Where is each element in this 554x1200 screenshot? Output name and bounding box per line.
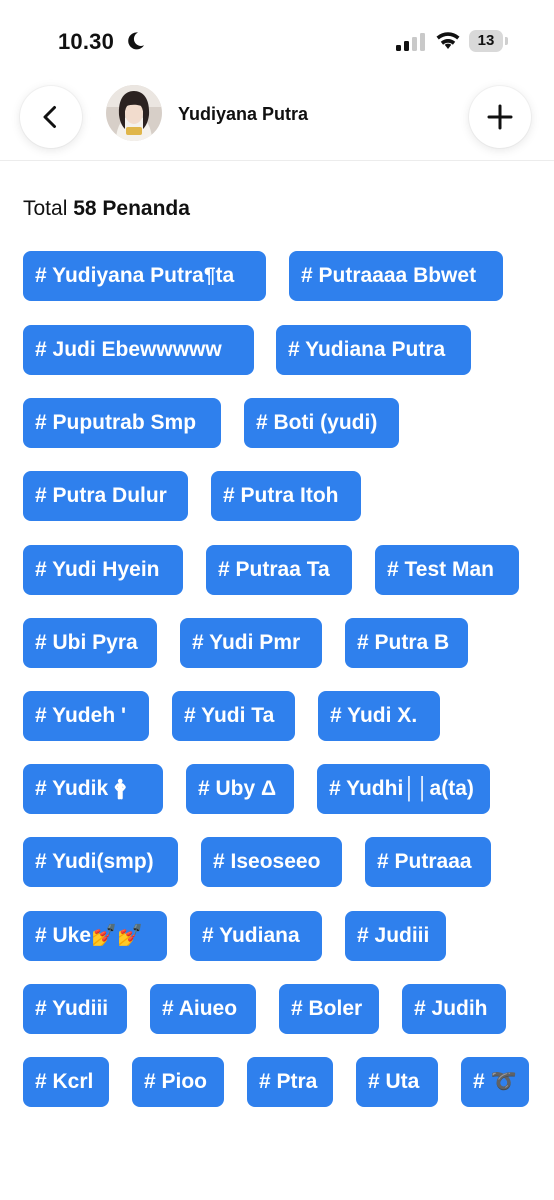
profile-name: Yudiyana Putra (178, 104, 309, 124)
tag-chip[interactable]: # Pioo (132, 1057, 224, 1107)
tag-chip[interactable]: # Putraaaa Bbwet (289, 251, 503, 301)
plus-icon (487, 104, 513, 130)
status-time: 10.30 (58, 29, 115, 54)
tag-chip[interactable]: # Yudeh ' (23, 691, 149, 741)
tag-chip[interactable]: # Judih (402, 984, 506, 1034)
tag-chip[interactable]: # Uby Δ (186, 764, 294, 814)
battery-level: 13 (477, 32, 495, 49)
tag-chip[interactable]: # Test Man (375, 545, 519, 595)
tag-chip[interactable]: # Putra Dulur (23, 471, 188, 521)
tag-chip[interactable]: # Puputrab Smp (23, 398, 221, 448)
cellular-signal-icon (396, 33, 425, 51)
chevron-left-icon (43, 106, 56, 128)
tag-chip[interactable]: # Putraa Ta (206, 545, 352, 595)
tag-chip[interactable]: # Putraaa (365, 837, 491, 887)
moon-icon (128, 32, 144, 50)
tag-chip[interactable]: # Uta (356, 1057, 438, 1107)
tag-chip[interactable]: # Yudi(smp) (23, 837, 178, 887)
avatar-photo (106, 85, 162, 141)
total-label: Total (23, 197, 68, 220)
status-bar: 10.30 13 (0, 0, 554, 82)
back-button[interactable] (20, 86, 82, 148)
battery-indicator: 13 (469, 30, 509, 52)
tag-chip[interactable]: # ➰ (461, 1057, 529, 1107)
total-count: 58 Penanda (73, 197, 190, 220)
tag-chip[interactable]: # Ubi Pyra (23, 618, 157, 668)
tag-chip[interactable]: # Yudiyana Putra¶ta (23, 251, 266, 301)
tag-chip[interactable]: # Judiii (345, 911, 446, 961)
profile-header: Yudiyana Putra (0, 82, 554, 161)
add-tag-button[interactable] (469, 86, 531, 148)
tag-chip[interactable]: # Boler (279, 984, 379, 1034)
tag-chip[interactable]: # Yudi X. (318, 691, 440, 741)
tag-chip[interactable]: # Yudi Ta (172, 691, 295, 741)
wifi-icon (436, 32, 460, 49)
tag-chip[interactable]: # Aiueo (150, 984, 256, 1034)
avatar[interactable] (106, 85, 162, 141)
tag-chip[interactable]: # Yudiii (23, 984, 127, 1034)
tag-chip[interactable]: # Uke💅💅 (23, 911, 167, 961)
tag-chip[interactable]: # Boti (yudi) (244, 398, 399, 448)
tag-chip[interactable]: # Yudik 🛉 (23, 764, 163, 814)
tag-chip[interactable]: # Yudiana (190, 911, 322, 961)
tag-chip[interactable]: # Putra B (345, 618, 468, 668)
tag-chip[interactable]: # Kcrl (23, 1057, 109, 1107)
tag-chip[interactable]: # Yudi Hyein (23, 545, 183, 595)
tag-chip[interactable]: # Putra Itoh (211, 471, 361, 521)
tag-chip[interactable]: # Yudi Pmr (180, 618, 322, 668)
tag-chip[interactable]: # Ptra (247, 1057, 333, 1107)
tag-chip[interactable]: # Yudhi││a(ta) (317, 764, 490, 814)
tag-chip[interactable]: # Judi Ebewwwww (23, 325, 254, 375)
tag-total: Total 58 Penanda (23, 197, 190, 221)
tag-chip[interactable]: # Yudiana Putra (276, 325, 471, 375)
tag-chip[interactable]: # Iseoseeo (201, 837, 342, 887)
